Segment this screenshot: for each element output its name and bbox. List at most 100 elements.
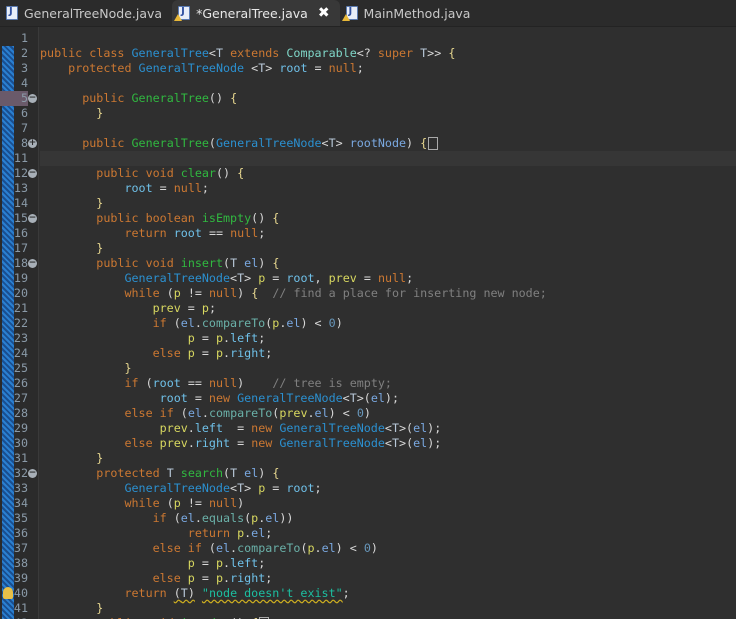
code-lines[interactable]: 1 2 public class GeneralTree<T extends Com… bbox=[0, 31, 736, 619]
code-text[interactable] bbox=[40, 76, 736, 91]
code-text[interactable]: public class GeneralTree<T extends Compa… bbox=[40, 46, 736, 61]
collapse-fold-icon[interactable]: − bbox=[28, 214, 37, 223]
code-line[interactable]: 24 else p = p.right; bbox=[0, 346, 736, 361]
code-line[interactable]: 35 if (el.equals(p.el)) bbox=[0, 511, 736, 526]
code-line[interactable]: 2 public class GeneralTree<T extends Comp… bbox=[0, 46, 736, 61]
code-text[interactable]: public GeneralTree() { bbox=[40, 91, 736, 106]
code-line[interactable]: 20 while (p != null) { // find a place f… bbox=[0, 286, 736, 301]
code-line[interactable]: 21 prev = p; bbox=[0, 301, 736, 316]
code-line[interactable]: 34 while (p != null) bbox=[0, 496, 736, 511]
code-text[interactable] bbox=[40, 121, 736, 136]
code-text[interactable]: } bbox=[40, 241, 736, 256]
code-text[interactable]: } bbox=[40, 106, 736, 121]
code-text[interactable]: else if (el.compareTo(prev.el) < 0) bbox=[40, 406, 736, 421]
collapse-fold-icon[interactable]: − bbox=[28, 169, 37, 178]
code-line[interactable]: 18− public void insert(T el) { bbox=[0, 256, 736, 271]
code-line[interactable]: 1 bbox=[0, 31, 736, 46]
code-text[interactable]: prev.left = new GeneralTreeNode<T>(el); bbox=[40, 421, 736, 436]
expand-fold-icon[interactable]: + bbox=[28, 139, 37, 148]
code-line[interactable]: 11 bbox=[0, 151, 736, 166]
code-text[interactable]: public boolean isEmpty() { bbox=[40, 211, 736, 226]
close-tab-icon[interactable]: ✖ bbox=[318, 5, 330, 21]
line-number: 14 bbox=[13, 196, 28, 210]
code-line[interactable]: 14 } bbox=[0, 196, 736, 211]
code-text[interactable]: root = new GeneralTreeNode<T>(el); bbox=[40, 391, 736, 406]
code-line[interactable]: 16 return root == null; bbox=[0, 226, 736, 241]
code-line[interactable]: 25 } bbox=[0, 361, 736, 376]
line-number: 25 bbox=[13, 361, 28, 375]
code-text[interactable]: protected GeneralTreeNode <T> root = nul… bbox=[40, 61, 736, 76]
code-text[interactable]: return p.el; bbox=[40, 526, 736, 541]
code-line[interactable]: 13 root = null; bbox=[0, 181, 736, 196]
code-text[interactable]: root = null; bbox=[40, 181, 736, 196]
code-line[interactable]: 27 root = new GeneralTreeNode<T>(el); bbox=[0, 391, 736, 406]
tab-mainmethodjava[interactable]: MainMethod.java bbox=[340, 0, 481, 26]
code-text[interactable]: public void insert(T el) { bbox=[40, 256, 736, 271]
collapse-fold-icon[interactable]: − bbox=[28, 259, 37, 268]
code-line[interactable]: 39 else p = p.right; bbox=[0, 571, 736, 586]
code-line[interactable]: 32− protected T search(T el) { bbox=[0, 466, 736, 481]
code-text[interactable]: if (el.equals(p.el)) bbox=[40, 511, 736, 526]
editor-tab-bar: GeneralTreeNode.java *GeneralTree.java ✖ Ma… bbox=[0, 0, 736, 27]
code-text[interactable]: while (p != null) bbox=[40, 496, 736, 511]
collapsed-code-marker[interactable] bbox=[428, 137, 439, 150]
code-line[interactable]: 40 return (T) "node doesn't exist"; bbox=[0, 586, 736, 601]
code-text[interactable]: p = p.left; bbox=[40, 331, 736, 346]
code-text[interactable]: } bbox=[40, 196, 736, 211]
code-line[interactable]: 36 return p.el; bbox=[0, 526, 736, 541]
code-line[interactable]: 6 } bbox=[0, 106, 736, 121]
code-text[interactable]: else prev.right = new GeneralTreeNode<T>… bbox=[40, 436, 736, 451]
code-text[interactable]: GeneralTreeNode<T> p = root; bbox=[40, 481, 736, 496]
collapse-fold-icon[interactable]: − bbox=[28, 469, 37, 478]
code-line[interactable]: 17 } bbox=[0, 241, 736, 256]
code-line[interactable]: 37 else if (el.compareTo(p.el) < 0) bbox=[0, 541, 736, 556]
code-text[interactable]: prev = p; bbox=[40, 301, 736, 316]
code-text[interactable]: else if (el.compareTo(p.el) < 0) bbox=[40, 541, 736, 556]
code-line[interactable]: 23 p = p.left; bbox=[0, 331, 736, 346]
code-text[interactable]: protected T search(T el) { bbox=[40, 466, 736, 481]
code-line[interactable]: 3 protected GeneralTreeNode <T> root = n… bbox=[0, 61, 736, 76]
code-text[interactable]: GeneralTreeNode<T> p = root, prev = null… bbox=[40, 271, 736, 286]
quick-fix-warning-icon[interactable] bbox=[3, 587, 13, 599]
tab-generaltreejava[interactable]: *GeneralTree.java ✖ bbox=[172, 0, 340, 26]
code-line[interactable]: 5− public GeneralTree() { bbox=[0, 91, 736, 106]
line-number: 20 bbox=[13, 286, 28, 300]
code-text[interactable]: } bbox=[40, 361, 736, 376]
code-editor[interactable]: 1 2 public class GeneralTree<T extends Com… bbox=[0, 27, 736, 619]
code-text[interactable]: } bbox=[40, 601, 736, 616]
line-number: 37 bbox=[13, 541, 28, 555]
code-line[interactable]: 30 else prev.right = new GeneralTreeNode… bbox=[0, 436, 736, 451]
code-text[interactable]: public GeneralTree(GeneralTreeNode<T> ro… bbox=[40, 136, 736, 151]
code-text[interactable]: return (T) "node doesn't exist"; bbox=[40, 586, 736, 601]
code-line[interactable]: 33 GeneralTreeNode<T> p = root; bbox=[0, 481, 736, 496]
code-text[interactable]: return root == null; bbox=[40, 226, 736, 241]
code-text[interactable]: else p = p.right; bbox=[40, 571, 736, 586]
code-line[interactable]: 28 else if (el.compareTo(prev.el) < 0) bbox=[0, 406, 736, 421]
line-number: 22 bbox=[13, 316, 28, 330]
code-text[interactable]: p = p.left; bbox=[40, 556, 736, 571]
code-text[interactable] bbox=[40, 31, 736, 46]
tab-label: GeneralTreeNode.java bbox=[24, 5, 163, 21]
code-text[interactable]: if (el.compareTo(p.el) < 0) bbox=[40, 316, 736, 331]
code-line[interactable]: 26 if (root == null) // tree is empty; bbox=[0, 376, 736, 391]
code-line[interactable]: 12− public void clear() { bbox=[0, 166, 736, 181]
code-text[interactable]: public void clear() { bbox=[40, 166, 736, 181]
code-line[interactable]: 38 p = p.left; bbox=[0, 556, 736, 571]
code-line[interactable]: 22 if (el.compareTo(p.el) < 0) bbox=[0, 316, 736, 331]
code-line[interactable]: 4 bbox=[0, 76, 736, 91]
code-line[interactable]: 19 GeneralTreeNode<T> p = root, prev = n… bbox=[0, 271, 736, 286]
code-text[interactable]: } bbox=[40, 451, 736, 466]
code-text[interactable]: else p = p.right; bbox=[40, 346, 736, 361]
line-number: 29 bbox=[13, 421, 28, 435]
code-line[interactable]: 8 + public GeneralTree(GeneralTreeNode<T>… bbox=[0, 136, 736, 151]
code-text[interactable] bbox=[40, 151, 736, 166]
code-line[interactable]: 41 } bbox=[0, 601, 736, 616]
collapse-fold-icon[interactable]: − bbox=[28, 94, 37, 103]
code-text[interactable]: while (p != null) { // find a place for … bbox=[40, 286, 736, 301]
code-line[interactable]: 15− public boolean isEmpty() { bbox=[0, 211, 736, 226]
code-line[interactable]: 31 } bbox=[0, 451, 736, 466]
code-text[interactable]: if (root == null) // tree is empty; bbox=[40, 376, 736, 391]
code-line[interactable]: 7 bbox=[0, 121, 736, 136]
tab-generaltreenodejava[interactable]: GeneralTreeNode.java bbox=[0, 0, 172, 26]
code-line[interactable]: 29 prev.left = new GeneralTreeNode<T>(el… bbox=[0, 421, 736, 436]
